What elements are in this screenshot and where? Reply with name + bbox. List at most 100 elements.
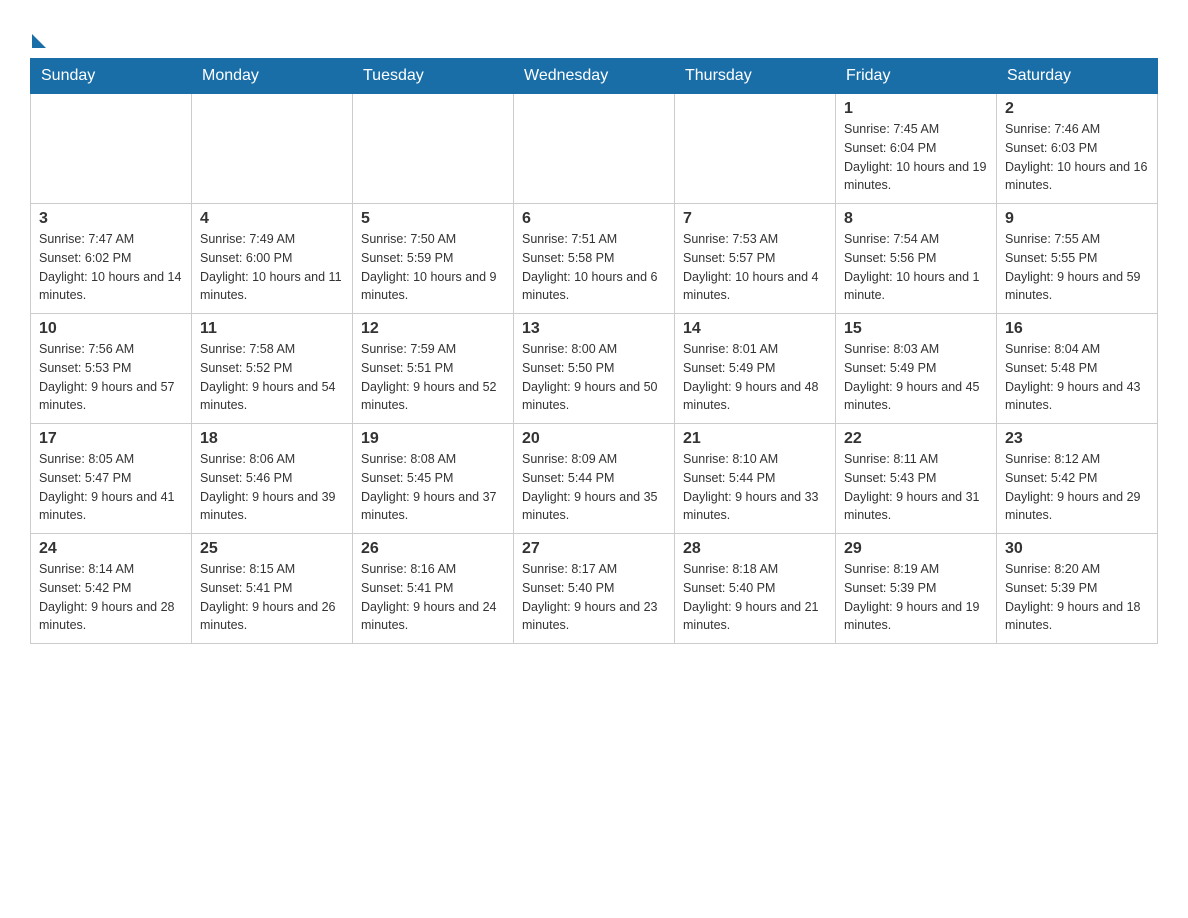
column-header-tuesday: Tuesday <box>353 59 514 94</box>
column-header-wednesday: Wednesday <box>514 59 675 94</box>
calendar-cell-4-2: 18 Sunrise: 8:06 AMSunset: 5:46 PMDayligh… <box>192 424 353 534</box>
day-number: 26 <box>361 540 505 558</box>
calendar-cell-5-7: 30 Sunrise: 8:20 AMSunset: 5:39 PMDayligh… <box>997 534 1158 644</box>
day-number: 12 <box>361 320 505 338</box>
day-number: 7 <box>683 210 827 228</box>
calendar-cell-5-3: 26 Sunrise: 8:16 AMSunset: 5:41 PMDayligh… <box>353 534 514 644</box>
day-info: Sunrise: 8:11 AMSunset: 5:43 PMDaylight:… <box>844 450 988 525</box>
day-number: 27 <box>522 540 666 558</box>
day-info: Sunrise: 8:05 AMSunset: 5:47 PMDaylight:… <box>39 450 183 525</box>
day-info: Sunrise: 8:08 AMSunset: 5:45 PMDaylight:… <box>361 450 505 525</box>
day-number: 29 <box>844 540 988 558</box>
calendar-cell-2-5: 7 Sunrise: 7:53 AMSunset: 5:57 PMDaylight… <box>675 204 836 314</box>
week-row-1: 1Sunrise: 7:45 AMSunset: 6:04 PMDaylight… <box>31 94 1158 204</box>
day-info: Sunrise: 7:51 AMSunset: 5:58 PMDaylight:… <box>522 230 666 305</box>
logo-arrow-icon <box>32 34 46 48</box>
calendar-cell-5-1: 24 Sunrise: 8:14 AMSunset: 5:42 PMDayligh… <box>31 534 192 644</box>
calendar-cell-4-6: 22 Sunrise: 8:11 AMSunset: 5:43 PMDayligh… <box>836 424 997 534</box>
calendar-cell-3-4: 13 Sunrise: 8:00 AMSunset: 5:50 PMDayligh… <box>514 314 675 424</box>
week-row-3: 10 Sunrise: 7:56 AMSunset: 5:53 PMDayligh… <box>31 314 1158 424</box>
day-number: 10 <box>39 320 183 338</box>
day-info: Sunrise: 8:00 AMSunset: 5:50 PMDaylight:… <box>522 340 666 415</box>
column-header-sunday: Sunday <box>31 59 192 94</box>
day-number: 4 <box>200 210 344 228</box>
calendar-cell-1-1 <box>31 94 192 204</box>
day-number: 3 <box>39 210 183 228</box>
day-info: Sunrise: 8:10 AMSunset: 5:44 PMDaylight:… <box>683 450 827 525</box>
day-number: 5 <box>361 210 505 228</box>
calendar-cell-2-4: 6Sunrise: 7:51 AMSunset: 5:58 PMDaylight… <box>514 204 675 314</box>
day-number: 13 <box>522 320 666 338</box>
day-info: Sunrise: 7:46 AMSunset: 6:03 PMDaylight:… <box>1005 120 1149 195</box>
calendar-cell-2-6: 8 Sunrise: 7:54 AMSunset: 5:56 PMDaylight… <box>836 204 997 314</box>
day-number: 17 <box>39 430 183 448</box>
calendar-cell-2-2: 4 Sunrise: 7:49 AMSunset: 6:00 PMDaylight… <box>192 204 353 314</box>
column-header-thursday: Thursday <box>675 59 836 94</box>
week-row-5: 24 Sunrise: 8:14 AMSunset: 5:42 PMDayligh… <box>31 534 1158 644</box>
calendar-cell-5-2: 25 Sunrise: 8:15 AMSunset: 5:41 PMDayligh… <box>192 534 353 644</box>
day-info: Sunrise: 8:15 AMSunset: 5:41 PMDaylight:… <box>200 560 344 635</box>
day-info: Sunrise: 8:12 AMSunset: 5:42 PMDaylight:… <box>1005 450 1149 525</box>
calendar-cell-4-3: 19 Sunrise: 8:08 AMSunset: 5:45 PMDayligh… <box>353 424 514 534</box>
calendar-cell-3-6: 15Sunrise: 8:03 AMSunset: 5:49 PMDayligh… <box>836 314 997 424</box>
calendar-cell-4-1: 17 Sunrise: 8:05 AMSunset: 5:47 PMDayligh… <box>31 424 192 534</box>
day-info: Sunrise: 8:01 AMSunset: 5:49 PMDaylight:… <box>683 340 827 415</box>
calendar-cell-4-5: 21 Sunrise: 8:10 AMSunset: 5:44 PMDayligh… <box>675 424 836 534</box>
day-info: Sunrise: 8:17 AMSunset: 5:40 PMDaylight:… <box>522 560 666 635</box>
day-number: 11 <box>200 320 344 338</box>
calendar-cell-2-1: 3 Sunrise: 7:47 AMSunset: 6:02 PMDaylight… <box>31 204 192 314</box>
calendar-cell-5-5: 28 Sunrise: 8:18 AMSunset: 5:40 PMDayligh… <box>675 534 836 644</box>
day-info: Sunrise: 7:54 AMSunset: 5:56 PMDaylight:… <box>844 230 988 305</box>
calendar-cell-3-5: 14Sunrise: 8:01 AMSunset: 5:49 PMDayligh… <box>675 314 836 424</box>
day-info: Sunrise: 8:06 AMSunset: 5:46 PMDaylight:… <box>200 450 344 525</box>
day-number: 30 <box>1005 540 1149 558</box>
day-info: Sunrise: 8:03 AMSunset: 5:49 PMDaylight:… <box>844 340 988 415</box>
day-info: Sunrise: 7:56 AMSunset: 5:53 PMDaylight:… <box>39 340 183 415</box>
day-info: Sunrise: 8:16 AMSunset: 5:41 PMDaylight:… <box>361 560 505 635</box>
day-info: Sunrise: 8:19 AMSunset: 5:39 PMDaylight:… <box>844 560 988 635</box>
day-info: Sunrise: 7:55 AMSunset: 5:55 PMDaylight:… <box>1005 230 1149 305</box>
day-number: 24 <box>39 540 183 558</box>
calendar-cell-3-3: 12 Sunrise: 7:59 AMSunset: 5:51 PMDayligh… <box>353 314 514 424</box>
day-info: Sunrise: 7:50 AMSunset: 5:59 PMDaylight:… <box>361 230 505 305</box>
column-header-friday: Friday <box>836 59 997 94</box>
column-header-monday: Monday <box>192 59 353 94</box>
day-number: 2 <box>1005 100 1149 118</box>
calendar-cell-5-4: 27 Sunrise: 8:17 AMSunset: 5:40 PMDayligh… <box>514 534 675 644</box>
day-number: 19 <box>361 430 505 448</box>
day-info: Sunrise: 7:47 AMSunset: 6:02 PMDaylight:… <box>39 230 183 305</box>
calendar-cell-1-6: 1Sunrise: 7:45 AMSunset: 6:04 PMDaylight… <box>836 94 997 204</box>
calendar-cell-2-3: 5 Sunrise: 7:50 AMSunset: 5:59 PMDaylight… <box>353 204 514 314</box>
day-number: 20 <box>522 430 666 448</box>
calendar-cell-4-4: 20Sunrise: 8:09 AMSunset: 5:44 PMDayligh… <box>514 424 675 534</box>
calendar-cell-5-6: 29 Sunrise: 8:19 AMSunset: 5:39 PMDayligh… <box>836 534 997 644</box>
day-info: Sunrise: 8:20 AMSunset: 5:39 PMDaylight:… <box>1005 560 1149 635</box>
calendar-header-row: SundayMondayTuesdayWednesdayThursdayFrid… <box>31 59 1158 94</box>
day-info: Sunrise: 7:53 AMSunset: 5:57 PMDaylight:… <box>683 230 827 305</box>
day-number: 28 <box>683 540 827 558</box>
calendar-table: SundayMondayTuesdayWednesdayThursdayFrid… <box>30 58 1158 644</box>
calendar-cell-1-4 <box>514 94 675 204</box>
day-number: 25 <box>200 540 344 558</box>
calendar-cell-4-7: 23 Sunrise: 8:12 AMSunset: 5:42 PMDayligh… <box>997 424 1158 534</box>
day-number: 9 <box>1005 210 1149 228</box>
day-info: Sunrise: 8:14 AMSunset: 5:42 PMDaylight:… <box>39 560 183 635</box>
day-number: 22 <box>844 430 988 448</box>
day-number: 18 <box>200 430 344 448</box>
calendar-cell-2-7: 9 Sunrise: 7:55 AMSunset: 5:55 PMDaylight… <box>997 204 1158 314</box>
calendar-cell-1-7: 2 Sunrise: 7:46 AMSunset: 6:03 PMDaylight… <box>997 94 1158 204</box>
calendar-cell-3-1: 10 Sunrise: 7:56 AMSunset: 5:53 PMDayligh… <box>31 314 192 424</box>
day-number: 1 <box>844 100 988 118</box>
day-number: 23 <box>1005 430 1149 448</box>
day-info: Sunrise: 7:49 AMSunset: 6:00 PMDaylight:… <box>200 230 344 305</box>
day-info: Sunrise: 7:59 AMSunset: 5:51 PMDaylight:… <box>361 340 505 415</box>
column-header-saturday: Saturday <box>997 59 1158 94</box>
day-number: 21 <box>683 430 827 448</box>
day-info: Sunrise: 8:18 AMSunset: 5:40 PMDaylight:… <box>683 560 827 635</box>
day-info: Sunrise: 8:04 AMSunset: 5:48 PMDaylight:… <box>1005 340 1149 415</box>
week-row-2: 3 Sunrise: 7:47 AMSunset: 6:02 PMDaylight… <box>31 204 1158 314</box>
calendar-cell-1-2 <box>192 94 353 204</box>
page-header <box>30 20 1158 48</box>
day-number: 8 <box>844 210 988 228</box>
day-info: Sunrise: 7:58 AMSunset: 5:52 PMDaylight:… <box>200 340 344 415</box>
